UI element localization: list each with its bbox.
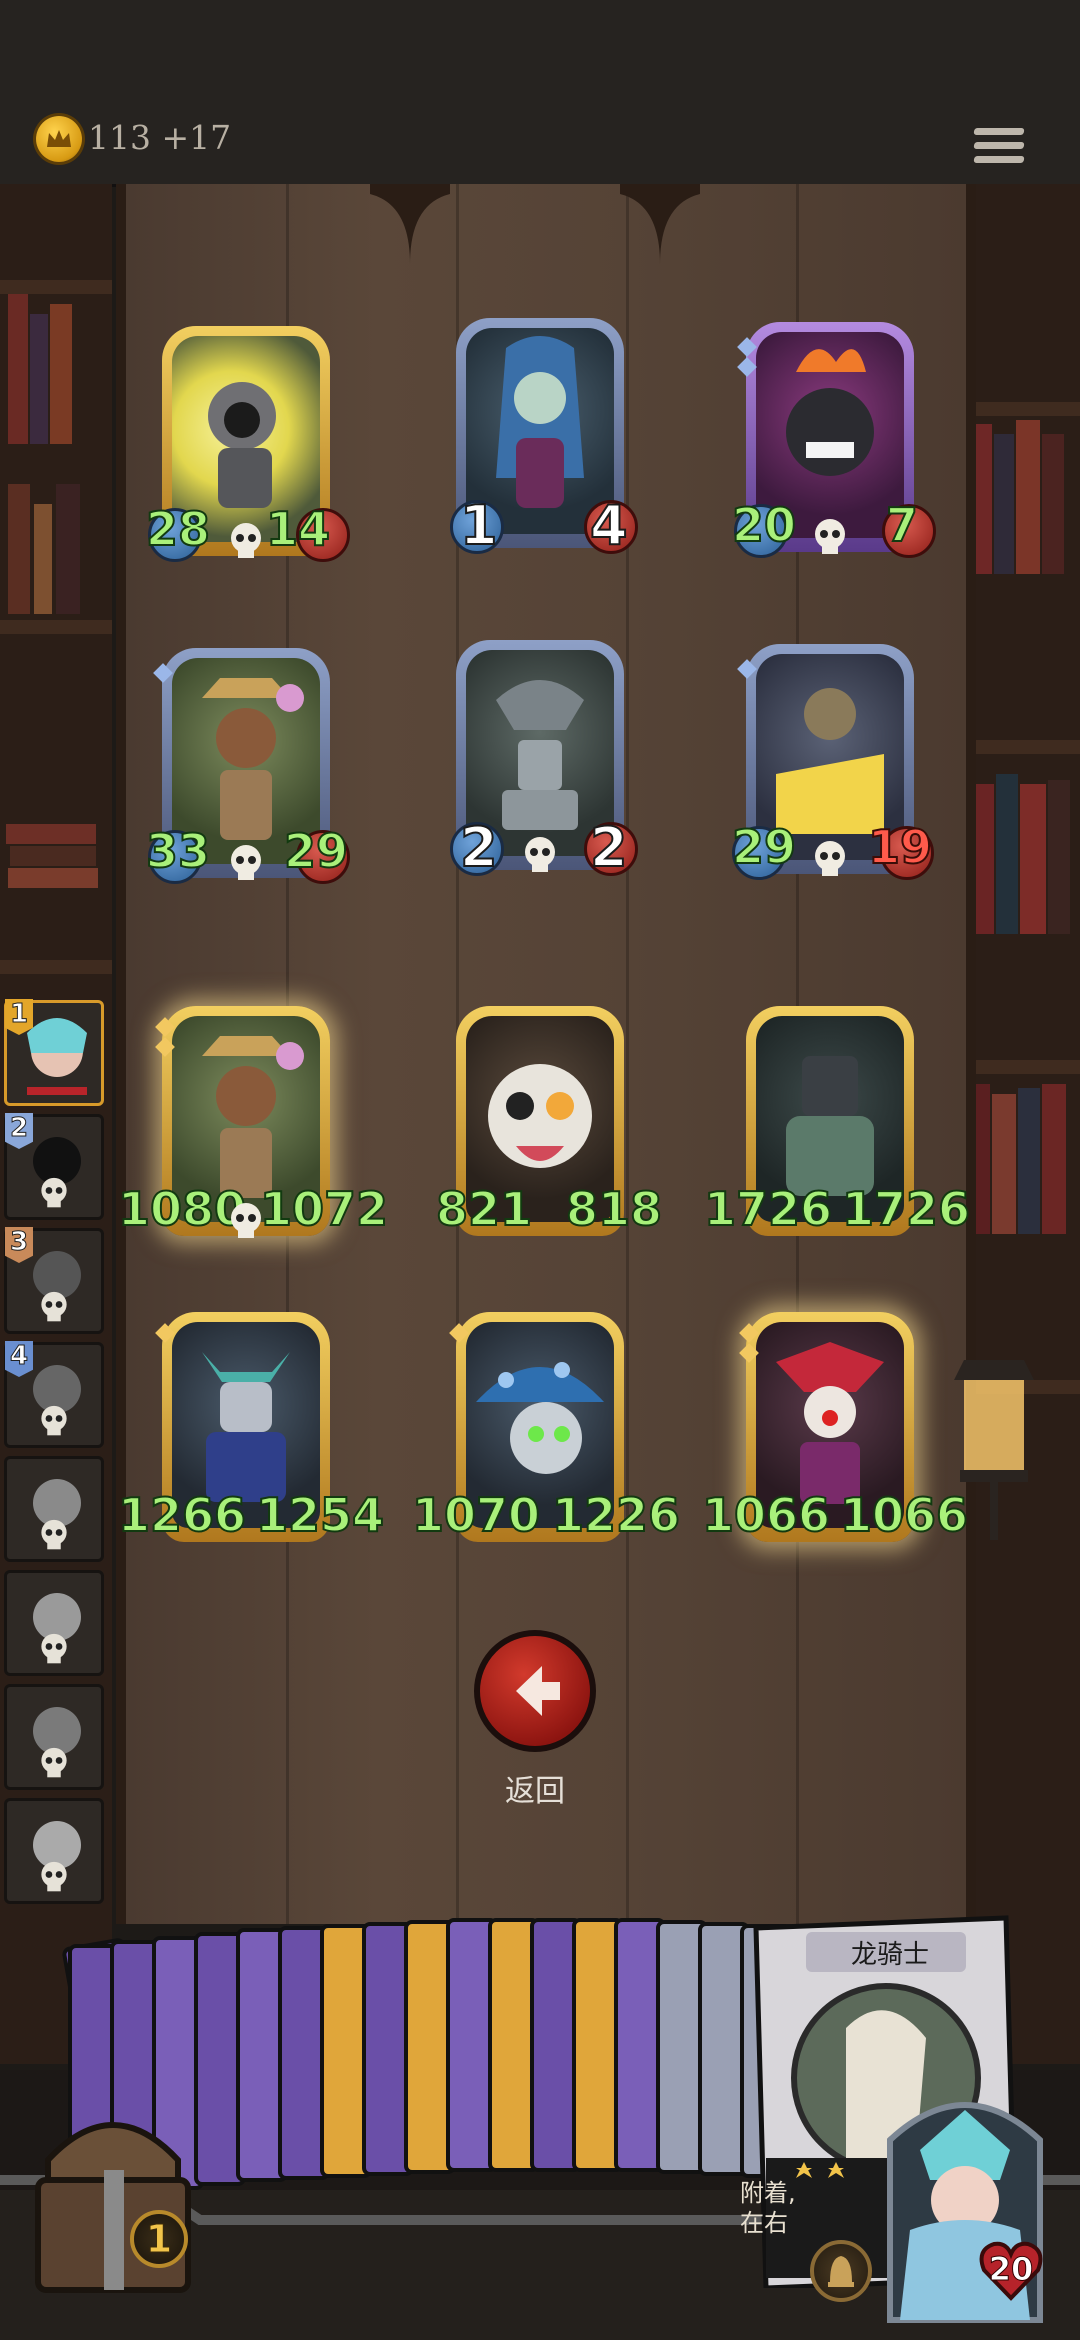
- bell-icon[interactable]: [810, 2240, 872, 2302]
- chest-count: 1: [145, 2217, 173, 2262]
- health-value: 4: [589, 493, 629, 558]
- health-value: 1072: [259, 1181, 389, 1237]
- attack-value: 33: [145, 823, 211, 879]
- minion-card-dragon-knight[interactable]: 1266 1254: [117, 1312, 385, 1548]
- skull-icon: [815, 519, 845, 554]
- minion-card-bell-robot[interactable]: 2 2: [450, 640, 638, 880]
- health-value: 14: [265, 501, 331, 557]
- featured-card-text-line: 在右: [740, 2209, 788, 2237]
- gothic-arch-ornament: [370, 184, 450, 264]
- opponent-slot[interactable]: 3: [4, 1227, 104, 1334]
- health-value: 1726: [841, 1181, 971, 1237]
- opponent-slot[interactable]: 1: [4, 999, 104, 1106]
- minion-card-mushroom-goblin[interactable]: 1070 1226: [411, 1312, 681, 1548]
- health-value: 1254: [255, 1487, 385, 1543]
- attack-value: 1070: [411, 1487, 541, 1543]
- skull-icon: [41, 1405, 67, 1436]
- back-button-label: 返回: [505, 1774, 565, 1809]
- hero-health-value: 20: [988, 2250, 1034, 2289]
- opponent-slot[interactable]: 2: [4, 1113, 104, 1220]
- gold-counter: 113 +17: [88, 118, 231, 157]
- minion-card-elf-sorceress[interactable]: 1 4: [450, 318, 638, 558]
- gold-amount: 113: [88, 118, 151, 157]
- skull-icon: [815, 841, 845, 876]
- minion-card-scarecrow-girl-golden[interactable]: 1080 1072: [117, 1006, 389, 1242]
- menu-button[interactable]: [973, 128, 1025, 176]
- attack-value: 1726: [703, 1181, 833, 1237]
- opponent-slot[interactable]: [4, 1684, 104, 1790]
- attack-value: 28: [145, 501, 211, 557]
- minion-card-frankenstein[interactable]: 1726 1726: [703, 1006, 971, 1242]
- rank-badge: 3: [5, 1227, 33, 1263]
- skull-icon: [525, 837, 555, 872]
- minion-card-zombie-dog[interactable]: 821 818: [435, 1006, 663, 1242]
- opponent-slot[interactable]: [4, 1570, 104, 1676]
- attack-value: 29: [731, 819, 797, 875]
- gold-coin-icon: [36, 116, 82, 162]
- health-value: 19: [867, 819, 933, 875]
- minion-card-clown[interactable]: 1066 1066: [701, 1312, 969, 1548]
- gothic-arch-ornament: [620, 184, 700, 264]
- minion-card-robot[interactable]: 28 14: [145, 326, 350, 562]
- skull-icon: [41, 1177, 67, 1208]
- gold-income: +17: [161, 118, 232, 157]
- health-value: 818: [565, 1181, 663, 1237]
- health-value: 7: [885, 497, 919, 553]
- rank-badge: 2: [5, 1113, 33, 1149]
- featured-card-name: 龙骑士: [850, 1940, 929, 1970]
- health-value: 2: [589, 815, 629, 880]
- attack-value: 2: [459, 815, 499, 880]
- chest-count-badge: 1: [130, 2210, 188, 2268]
- minion-card-fire-boar[interactable]: 20 7: [731, 322, 936, 558]
- skull-icon: [41, 1633, 67, 1664]
- back-button[interactable]: [474, 1630, 596, 1752]
- skull-icon: [231, 1203, 261, 1238]
- top-bar: 113 +17: [0, 0, 1080, 187]
- attack-value: 20: [731, 497, 797, 553]
- lantern-decoration: [954, 1360, 1034, 1540]
- attack-value: 1266: [117, 1487, 247, 1543]
- skull-icon: [41, 1519, 67, 1550]
- attack-value: 1: [459, 493, 499, 558]
- skull-icon: [231, 523, 261, 558]
- hero-health-badge: 20: [976, 2236, 1046, 2306]
- skull-icon: [231, 845, 261, 880]
- health-value: 1226: [551, 1487, 681, 1543]
- arrow-left-icon: [516, 1666, 560, 1716]
- skull-icon: [41, 1861, 67, 1892]
- rank-badge: 4: [5, 1341, 33, 1377]
- opponent-slot[interactable]: [4, 1798, 104, 1904]
- opponent-slot[interactable]: 4: [4, 1341, 104, 1448]
- minion-card-scarecrow-girl[interactable]: 33 29: [145, 648, 350, 884]
- skull-icon: [41, 1747, 67, 1778]
- opponent-slot[interactable]: [4, 1456, 104, 1562]
- featured-card-text-line: 附着,: [740, 2179, 796, 2207]
- rank-badge: 1: [5, 999, 33, 1035]
- featured-card-text: 附着, 在右: [740, 2178, 796, 2238]
- attack-value: 1066: [701, 1487, 831, 1543]
- health-value: 29: [283, 823, 349, 879]
- attack-value: 821: [435, 1181, 533, 1237]
- skull-icon: [41, 1291, 67, 1322]
- minion-card-cheese-robot[interactable]: 29 19: [731, 644, 934, 880]
- treasure-chest-icon[interactable]: [8, 2090, 218, 2320]
